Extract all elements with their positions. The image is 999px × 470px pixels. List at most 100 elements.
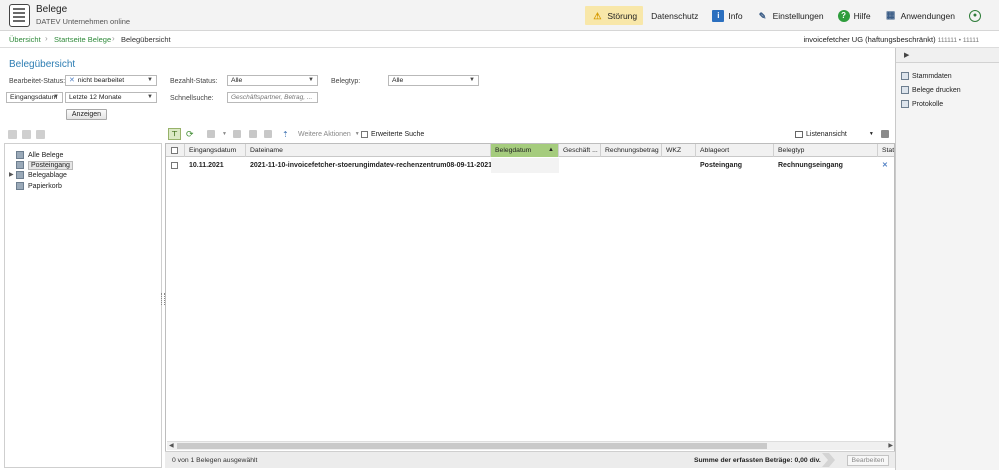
- tree-item-belegablage[interactable]: Belegablage: [16, 170, 67, 180]
- collapse-arrow-icon[interactable]: ▶: [904, 51, 909, 59]
- page-title: Belegübersicht: [9, 59, 76, 70]
- anzeigen-button[interactable]: Anzeigen: [66, 109, 107, 120]
- refresh-icon: ⟳: [186, 128, 194, 139]
- chevron-down-icon: ▼: [354, 131, 360, 137]
- delete-folder-icon[interactable]: [36, 130, 45, 139]
- wrench-icon: ✎: [758, 10, 767, 21]
- table-row[interactable]: 10.11.2021 2021-11-10-invoicefetcher-sto…: [166, 158, 894, 173]
- sidebar-item-label: Belege drucken: [912, 86, 961, 94]
- sidebar-item-protokolle[interactable]: Protokolle: [901, 99, 943, 109]
- horizontal-scrollbar[interactable]: ◀ ▶: [167, 441, 894, 450]
- printer-icon: [881, 130, 889, 138]
- bearbeiten-button[interactable]: Bearbeiten: [847, 455, 889, 466]
- action-button-4[interactable]: [264, 128, 272, 140]
- sidebar-item-belege-drucken[interactable]: Belege drucken: [901, 85, 961, 95]
- column-dateiname[interactable]: Dateiname: [246, 144, 491, 157]
- bearbeitet-status-select[interactable]: ✕ nicht bearbeitet ▼: [65, 75, 157, 86]
- bezahlt-status-label: Bezahlt-Status:: [170, 78, 218, 85]
- tree-item-label: Posteingang: [28, 160, 73, 170]
- listenansicht-select[interactable]: Listenansicht ▼: [795, 128, 874, 140]
- column-eingangsdatum[interactable]: Eingangsdatum: [185, 144, 246, 157]
- date-field-select[interactable]: Eingangsdatum ▼: [6, 92, 63, 103]
- print-button[interactable]: [881, 128, 889, 140]
- documents-icon: [16, 151, 24, 159]
- erweiterte-suche-toggle[interactable]: Erweiterte Suche: [361, 128, 424, 140]
- dropdown-arrow[interactable]: ▼: [222, 128, 227, 140]
- anwendungen-button[interactable]: ▦ Anwendungen: [879, 6, 961, 25]
- einstellungen-button[interactable]: ✎ Einstellungen: [751, 6, 830, 25]
- stoerung-button[interactable]: ⚠ Störung: [585, 6, 644, 25]
- erweiterte-suche-label: Erweiterte Suche: [371, 130, 425, 138]
- grid-status-bar: 0 von 1 Belegen ausgewählt Summe der erf…: [165, 451, 895, 468]
- panel-splitter[interactable]: [160, 143, 165, 468]
- info-icon: i: [712, 9, 725, 22]
- column-ablageort[interactable]: Ablageort: [696, 144, 774, 157]
- upload-arrow-icon: ⇡: [282, 129, 289, 139]
- weitere-aktionen-button[interactable]: Weitere Aktionen ▼: [298, 128, 360, 140]
- company-info: invoicefetcher UG (haftungsbeschränkt) 1…: [803, 35, 979, 44]
- sidebar-item-label: Stammdaten: [912, 72, 952, 80]
- breadcrumb-startseite-belege[interactable]: Startseite Belege: [54, 35, 111, 44]
- chevron-down-icon: ▼: [222, 131, 227, 137]
- grid-header: Eingangsdatum Dateiname Belegdatum ▲ Ges…: [166, 144, 894, 157]
- scrollbar-thumb[interactable]: [177, 443, 767, 449]
- company-name: invoicefetcher UG (haftungsbeschränkt): [803, 35, 936, 44]
- select-all-column: [166, 144, 185, 157]
- top-navigation: ⚠ Störung Datenschutz i Info ✎ Einstellu…: [583, 5, 991, 26]
- tree-item-papierkorb[interactable]: Papierkorb: [16, 181, 62, 191]
- column-belegdatum-label: Belegdatum: [495, 147, 532, 154]
- datenschutz-link[interactable]: Datenschutz: [645, 6, 704, 25]
- erweiterte-suche-checkbox[interactable]: [361, 130, 368, 138]
- printer-icon: [901, 86, 909, 94]
- column-status[interactable]: Status: [878, 144, 894, 157]
- column-rechnungsbetrag[interactable]: Rechnungsbetrag: [601, 144, 662, 157]
- sidebar-item-stammdaten[interactable]: Stammdaten: [901, 71, 952, 81]
- cell-eingangsdatum: 10.11.2021: [189, 162, 224, 169]
- tree-item-alle-belege[interactable]: Alle Belege: [16, 150, 63, 160]
- chevron-right-icon: ›: [45, 34, 48, 43]
- cell-belegdatum: [491, 158, 559, 173]
- chevron-down-icon: ▼: [147, 94, 153, 100]
- schnellsuche-input[interactable]: [227, 92, 318, 103]
- upload-button[interactable]: ⇡: [282, 128, 289, 140]
- row-checkbox[interactable]: [171, 162, 178, 169]
- expand-arrow-icon[interactable]: ▶: [9, 171, 14, 178]
- new-folder-icon[interactable]: [8, 130, 17, 139]
- anwendungen-label: Anwendungen: [900, 10, 955, 21]
- scroll-left-icon[interactable]: ◀: [169, 442, 174, 449]
- action-button-3[interactable]: [249, 128, 257, 140]
- belege-app-icon: [9, 4, 30, 27]
- delete-icon: [264, 130, 272, 138]
- bearbeitet-status-label: Bearbeitet-Status:: [9, 78, 66, 85]
- chevron-right-icon: [822, 453, 835, 467]
- breadcrumb-uebersicht[interactable]: Übersicht: [9, 35, 41, 44]
- user-button[interactable]: ●: [963, 6, 991, 25]
- refresh-button[interactable]: ⟳: [186, 128, 194, 140]
- action-button-2[interactable]: [233, 128, 241, 140]
- column-geschaeft[interactable]: Geschäft ...: [559, 144, 601, 157]
- belegtyp-select[interactable]: Alle ▼: [388, 75, 479, 86]
- bezahlt-status-select[interactable]: Alle ▼: [227, 75, 318, 86]
- cell-ablageort: Posteingang: [700, 162, 743, 169]
- tree-item-posteingang[interactable]: Posteingang: [16, 160, 73, 170]
- chevron-down-icon: ▼: [469, 77, 475, 83]
- column-belegdatum[interactable]: Belegdatum ▲: [491, 144, 559, 157]
- cell-rechnungsbetrag: [601, 158, 662, 173]
- cell-wkz: [662, 158, 696, 173]
- chevron-down-icon: ▼: [308, 77, 314, 83]
- column-belegtyp[interactable]: Belegtyp: [774, 144, 878, 157]
- grid-toolbar: ⊤ ⟳ ▼ ⇡ Weitere Aktionen ▼ Erweiterte Su…: [165, 128, 895, 141]
- apps-grid-icon: ▦: [885, 9, 896, 21]
- info-button[interactable]: i Info: [706, 6, 748, 25]
- rename-folder-icon[interactable]: [22, 130, 31, 139]
- column-wkz[interactable]: WKZ: [662, 144, 696, 157]
- filter-toggle-button[interactable]: ⊤: [168, 128, 181, 140]
- move-icon: [249, 130, 257, 138]
- action-button-1[interactable]: [207, 128, 215, 140]
- select-all-checkbox[interactable]: [171, 147, 178, 154]
- not-edited-icon: ✕: [69, 77, 75, 84]
- scroll-right-icon[interactable]: ▶: [888, 442, 893, 449]
- period-select[interactable]: Letzte 12 Monate ▼: [65, 92, 157, 103]
- chevron-right-icon: ›: [112, 34, 115, 43]
- hilfe-button[interactable]: ? Hilfe: [832, 6, 877, 25]
